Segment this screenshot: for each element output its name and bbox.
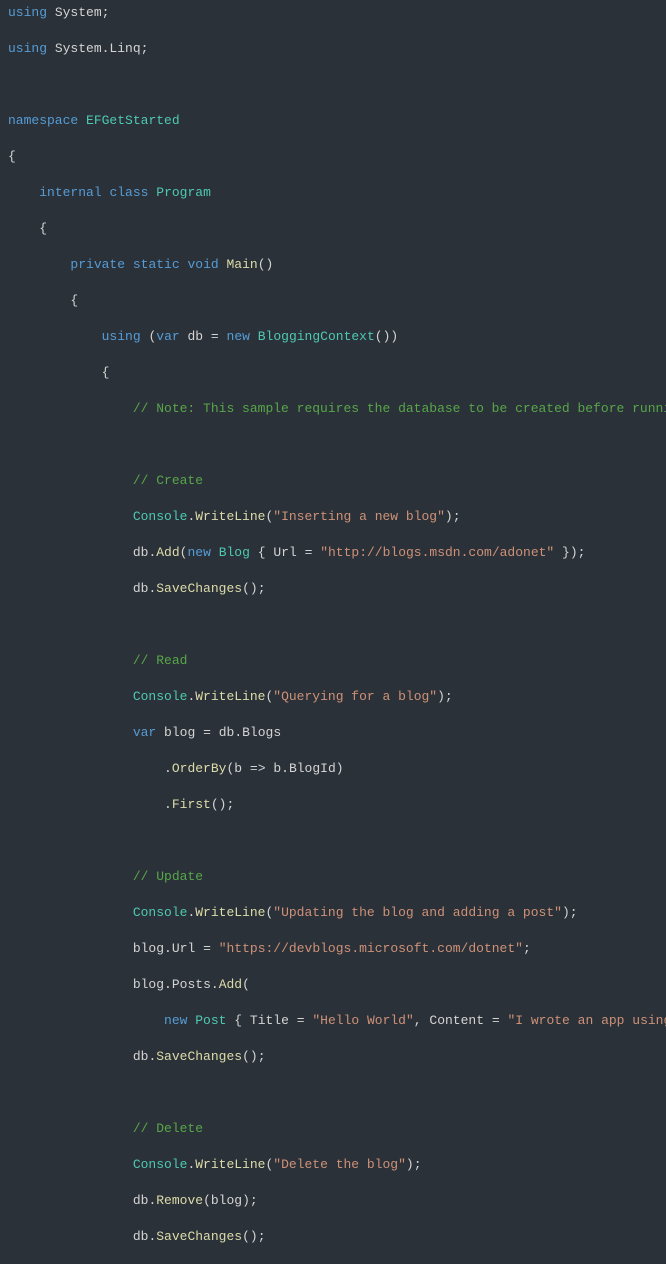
prop-posts: Posts	[172, 977, 211, 992]
keyword-using: using	[8, 5, 47, 20]
comment-read: // Read	[133, 653, 188, 668]
string-literal: "Inserting a new blog"	[273, 509, 445, 524]
type-blog: Blog	[219, 545, 250, 560]
var-blog: blog	[164, 725, 195, 740]
prop-blogid: BlogId	[289, 761, 336, 776]
keyword-void: void	[187, 257, 218, 272]
keyword-static: static	[133, 257, 180, 272]
namespace-ref: System.Linq	[55, 41, 141, 56]
prop-blogs: Blogs	[242, 725, 281, 740]
string-literal: "Updating the blog and adding a post"	[273, 905, 562, 920]
method-writeline: WriteLine	[195, 509, 265, 524]
namespace-ref: System	[55, 5, 102, 20]
string-literal: "http://blogs.msdn.com/adonet"	[320, 545, 554, 560]
string-literal: "Delete the blog"	[273, 1157, 406, 1172]
string-literal: "Querying for a blog"	[273, 689, 437, 704]
type-console: Console	[133, 509, 188, 524]
namespace-name: EFGetStarted	[86, 113, 180, 128]
brace-open: {	[8, 149, 16, 164]
string-literal: "https://devblogs.microsoft.com/dotnet"	[219, 941, 523, 956]
prop-content: Content	[429, 1013, 484, 1028]
var-db: db	[187, 329, 203, 344]
comment-update: // Update	[133, 869, 203, 884]
method-first: First	[172, 797, 211, 812]
comment-note: // Note: This sample requires the databa…	[133, 401, 666, 416]
string-literal: "I wrote an app using	[507, 1013, 666, 1028]
type-bloggingcontext: BloggingContext	[258, 329, 375, 344]
method-orderby: OrderBy	[172, 761, 227, 776]
keyword-class: class	[109, 185, 148, 200]
string-literal: "Hello World"	[312, 1013, 413, 1028]
method-remove: Remove	[156, 1193, 203, 1208]
method-add: Add	[156, 545, 179, 560]
type-post: Post	[195, 1013, 226, 1028]
prop-title: Title	[250, 1013, 289, 1028]
code-block: using System; using System.Linq; namespa…	[8, 4, 658, 1264]
method-main: Main	[227, 257, 258, 272]
method-savechanges: SaveChanges	[156, 581, 242, 596]
keyword-internal: internal	[39, 185, 101, 200]
keyword-using: using	[8, 41, 47, 56]
keyword-new: new	[227, 329, 250, 344]
keyword-using: using	[102, 329, 141, 344]
keyword-private: private	[70, 257, 125, 272]
prop-url: Url	[273, 545, 296, 560]
comment-delete: // Delete	[133, 1121, 203, 1136]
comment-create: // Create	[133, 473, 203, 488]
class-name: Program	[156, 185, 211, 200]
keyword-namespace: namespace	[8, 113, 78, 128]
keyword-var: var	[156, 329, 179, 344]
